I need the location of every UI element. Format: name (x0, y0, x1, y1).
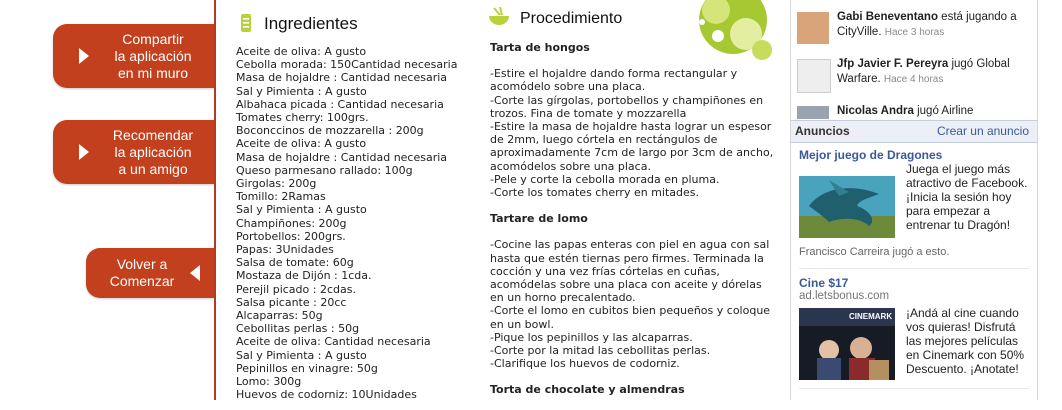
recipe-title: Tartare de lomo (490, 212, 588, 226)
ad-title[interactable]: Mejor juego de Dragones (799, 148, 942, 162)
ingredient-item: Tomillo: 2Ramas (236, 190, 326, 204)
share-label-2: la aplicación (114, 47, 192, 64)
dragon-ad-image[interactable] (799, 176, 895, 238)
ingredient-item: Cebollitas perlas : 50g (236, 322, 360, 336)
recommend-label-3: a un amigo (118, 160, 188, 177)
ads-title: Anuncios (795, 124, 850, 138)
ticker-story[interactable]: Nicolas Andra jugó Airline (797, 104, 1029, 119)
recipe-step: -Corte el lomo en cubitos bien pequeños … (490, 304, 771, 331)
procedure-panel: Procedimiento Tarta de hongos -Estire el … (488, 0, 778, 400)
ad-divider (799, 388, 1029, 389)
ad-description: Juega el juego más atractivo de Facebook… (906, 162, 1028, 232)
back-label-1: Volver a (116, 256, 168, 272)
ingredients-title: Ingredientes (264, 14, 358, 33)
ingredient-item: Salsa picante : 20cc (236, 295, 347, 309)
ingredient-item: Aceite de oliva: A gusto (236, 137, 367, 151)
ingredient-item: Perejil picado : 2cdas. (236, 282, 356, 296)
recipe-step: -Corte por la mitad las cebollitas perla… (490, 344, 711, 358)
recommend-button[interactable]: Recomendar la aplicación a un amigo (53, 120, 214, 184)
ingredient-item: Aceite de oliva: A gusto (236, 45, 367, 58)
back-button[interactable]: Volver a Comenzar (86, 248, 214, 298)
bowl-icon (489, 6, 509, 25)
cinema-ad-image[interactable]: CINEMARK (799, 308, 895, 380)
ingredient-item: Alcaparras: 50g (236, 309, 323, 323)
story-name[interactable]: Jfp Javier F. Pereyra (837, 58, 948, 70)
ingredient-item: Sal y Pimienta : A gusto (236, 84, 367, 98)
share-label-1: Compartir (122, 30, 184, 47)
recipe-step: -Corte las gírgolas, portobellos y champ… (490, 93, 764, 120)
ingredients-list: Aceite de oliva: A gusto Cebolla morada: … (236, 45, 457, 401)
ad-social-context: Francisco Carreira jugó a esto. (799, 246, 950, 258)
ingredient-item: Lomo: 300g (236, 375, 302, 389)
procedure-body: Tarta de hongos -Estire el hojaldre dando… (490, 41, 778, 410)
ingredient-item: Cebolla morada: 150Cantidad necesaria (236, 58, 458, 72)
ingredient-item: Girgolas: 200g (236, 177, 317, 191)
ad-title[interactable]: Cine $17 (799, 276, 848, 290)
arrow-left-icon (190, 265, 200, 281)
avatar (797, 59, 831, 93)
ingredient-item: Mostaza de Dijón : 1cda. (236, 269, 372, 283)
recommend-label-2: la aplicación (114, 143, 192, 160)
ad-url[interactable]: ad.letsbonus.com (799, 290, 889, 302)
avatar (797, 12, 829, 44)
story-name[interactable]: Gabi Beneventano (837, 11, 938, 23)
recipe-section: Tartare de lomo -Cocine las papas enteras… (490, 212, 778, 370)
ticker-story[interactable]: Gabi Beneventano está jugando a CityVill… (797, 10, 1029, 50)
recipe-step: -Corte los tomates cherry en mitades. (490, 186, 699, 200)
recipe-step: -Clarifique los huevos de codorniz. (490, 357, 680, 371)
ingredient-item: Queso parmesano rallado: 100g (236, 163, 413, 177)
facebook-sidebar: Gabi Beneventano está jugando a CityVill… (790, 0, 1038, 400)
recipe-step: -Estire el hojaldre dando forma rectangu… (490, 67, 738, 94)
recipe-section: Torta de chocolate y almendras (490, 383, 778, 396)
recipe-step: -Pique los pepinillos y las alcaparras. (490, 330, 693, 344)
ingredient-item: Boconccinos de mozzarella : 200g (236, 124, 424, 138)
recipe-step: -Cocine las papas enteras con piel en ag… (490, 238, 770, 305)
ingredient-item: Masa de hojaldre : Cantidad necesaria (236, 71, 448, 85)
story-action: jugó Airline (917, 105, 974, 117)
story-name[interactable]: Nicolas Andra (837, 105, 914, 117)
arrow-right-icon (79, 144, 89, 160)
cinemark-logo-text: CINEMARK (849, 312, 893, 321)
recipe-title: Tarta de hongos (490, 41, 590, 54)
procedure-title: Procedimiento (520, 10, 623, 27)
ingredient-item: Salsa de tomate: 60g (236, 256, 354, 270)
ad-description: ¡Andá al cine cuando vos quieras! Disfru… (906, 306, 1025, 376)
ingredient-item: Sal y Pimienta : A gusto (236, 348, 367, 362)
ingredient-item: Albahaca picada : Cantidad necesaria (236, 97, 444, 111)
ingredient-item: Aceite de oliva: Cantidad necesaria (236, 335, 431, 349)
list-icon (241, 14, 251, 32)
share-button[interactable]: Compartir la aplicación en mi muro (53, 24, 214, 88)
back-label-2: Comenzar (109, 273, 175, 289)
ticker-story[interactable]: Jfp Javier F. Pereyra jugó Global Warfar… (797, 57, 1029, 97)
recipe-title: Torta de chocolate y almendras (490, 383, 685, 397)
create-ad-link[interactable]: Crear un anuncio (937, 124, 1029, 138)
story-time: Hace 3 horas (884, 27, 945, 38)
recipe-section: Tarta de hongos -Estire el hojaldre dando… (490, 41, 778, 199)
story-time: Hace 4 horas (883, 74, 944, 85)
ad-divider (799, 268, 1029, 269)
ingredient-item: Champiñones: 200g (236, 216, 347, 230)
avatar (797, 106, 829, 119)
ingredients-panel: Ingredientes Aceite de oliva: A gusto Ceb… (236, 0, 466, 401)
ingredient-item: Papas: 3Unidades (236, 243, 334, 257)
ads-header: Anuncios Crear un anuncio (791, 120, 1037, 143)
divider (214, 0, 216, 400)
recipe-step: -Pele y corte la cebolla morada en pluma… (490, 172, 720, 186)
recipe-step: -Estire la masa de hojaldre hasta lograr… (490, 120, 774, 173)
ingredient-item: Portobellos: 200grs. (236, 229, 346, 243)
ingredient-item: Sal y Pimienta : A gusto (236, 203, 367, 217)
share-label-3: en mi muro (117, 64, 189, 81)
ingredient-item: Masa de hojaldre : Cantidad necesaria (236, 150, 448, 164)
recommend-label-1: Recomendar (112, 126, 194, 143)
ingredient-item: Pepinillos en vinagre: 50g (236, 361, 378, 375)
ingredient-item: Tomates cherry: 100grs. (236, 111, 369, 125)
arrow-right-icon (79, 48, 89, 64)
dragon-image (799, 176, 895, 238)
